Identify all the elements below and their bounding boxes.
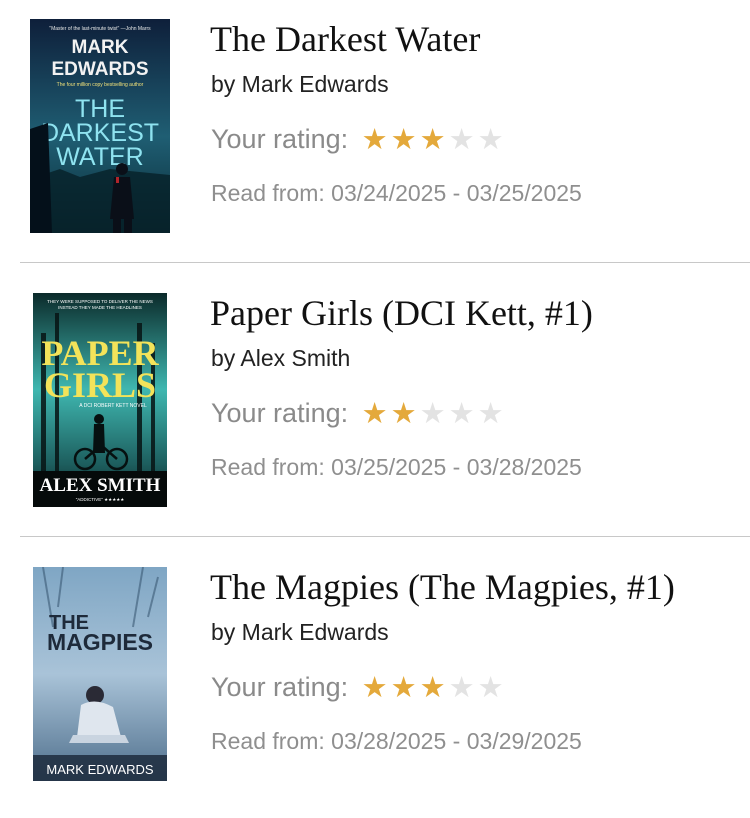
star-empty-icon[interactable]: ★ [447,124,476,154]
cover-series: A DCI ROBERT KETT NOVEL [79,403,147,409]
cover-tagline: THEY WERE SUPPOSED TO DELIVER THE NEWS [47,299,153,304]
rating-label: Your rating: [211,123,349,154]
book-cover[interactable]: THE MAGPIES MARK EDWARDS [33,567,167,781]
date-separator: - [452,728,461,754]
cover-title: MAGPIES [47,629,153,655]
read-end-date: 03/29/2025 [466,728,582,754]
star-empty-icon[interactable]: ★ [447,672,476,702]
book-author[interactable]: by Alex Smith [211,345,350,372]
cover-blurb: "ADDICTIVE" ★★★★★ [76,497,126,502]
star-rating[interactable]: ★ ★ ★ ★ ★ [360,124,505,154]
star-filled-icon[interactable]: ★ [389,672,418,702]
read-dates: Read from: 03/24/2025 - 03/25/2025 [211,180,582,207]
read-start-date: 03/24/2025 [331,180,447,206]
book-cover[interactable]: THEY WERE SUPPOSED TO DELIVER THE NEWS I… [33,293,167,507]
rating-row: Your rating: ★ ★ ★ ★ ★ [211,121,505,157]
cover-author: ALEX SMITH [40,475,161,496]
cover-author: MARK [72,37,129,58]
star-filled-icon[interactable]: ★ [360,398,389,428]
cover-tagline: INSTEAD THEY MADE THE HEADLINES [58,305,142,310]
star-filled-icon[interactable]: ★ [389,124,418,154]
book-title[interactable]: The Darkest Water [210,18,480,60]
star-filled-icon[interactable]: ★ [360,124,389,154]
cover-author: EDWARDS [51,59,148,80]
date-separator: - [452,180,461,206]
book-author[interactable]: by Mark Edwards [211,619,389,646]
read-end-date: 03/28/2025 [466,454,582,480]
star-empty-icon[interactable]: ★ [418,398,447,428]
star-empty-icon[interactable]: ★ [476,672,505,702]
star-empty-icon[interactable]: ★ [476,124,505,154]
book-cover-art: "Master of the last-minute twist" —John … [30,19,170,233]
star-filled-icon[interactable]: ★ [389,398,418,428]
cover-title: GIRLS [44,365,156,405]
read-start-date: 03/28/2025 [331,728,447,754]
book-title[interactable]: The Magpies (The Magpies, #1) [210,566,675,608]
star-rating[interactable]: ★ ★ ★ ★ ★ [360,398,505,428]
book-title[interactable]: Paper Girls (DCI Kett, #1) [210,292,593,334]
rating-label: Your rating: [211,397,349,428]
read-label: Read from: [211,728,325,754]
book-cover-art: THE MAGPIES MARK EDWARDS [33,567,167,781]
rating-row: Your rating: ★ ★ ★ ★ ★ [211,395,505,431]
rating-label: Your rating: [211,671,349,702]
read-dates: Read from: 03/28/2025 - 03/29/2025 [211,728,582,755]
divider [20,262,750,263]
cover-author: MARK EDWARDS [46,762,153,777]
rating-row: Your rating: ★ ★ ★ ★ ★ [211,669,505,705]
star-empty-icon[interactable]: ★ [476,398,505,428]
book-cover-art: THEY WERE SUPPOSED TO DELIVER THE NEWS I… [33,293,167,507]
book-author[interactable]: by Mark Edwards [211,71,389,98]
read-label: Read from: [211,454,325,480]
read-end-date: 03/25/2025 [466,180,582,206]
read-dates: Read from: 03/25/2025 - 03/28/2025 [211,454,582,481]
cover-title: WATER [56,143,144,171]
book-cover[interactable]: "Master of the last-minute twist" —John … [30,19,170,233]
star-filled-icon[interactable]: ★ [418,124,447,154]
star-filled-icon[interactable]: ★ [360,672,389,702]
star-empty-icon[interactable]: ★ [447,398,476,428]
cover-tagline: "Master of the last-minute twist" —John … [49,26,151,32]
divider [20,536,750,537]
read-start-date: 03/25/2025 [331,454,447,480]
date-separator: - [452,454,461,480]
star-filled-icon[interactable]: ★ [418,672,447,702]
read-label: Read from: [211,180,325,206]
star-rating[interactable]: ★ ★ ★ ★ ★ [360,672,505,702]
cover-subline: The four million copy bestselling author [57,82,144,88]
